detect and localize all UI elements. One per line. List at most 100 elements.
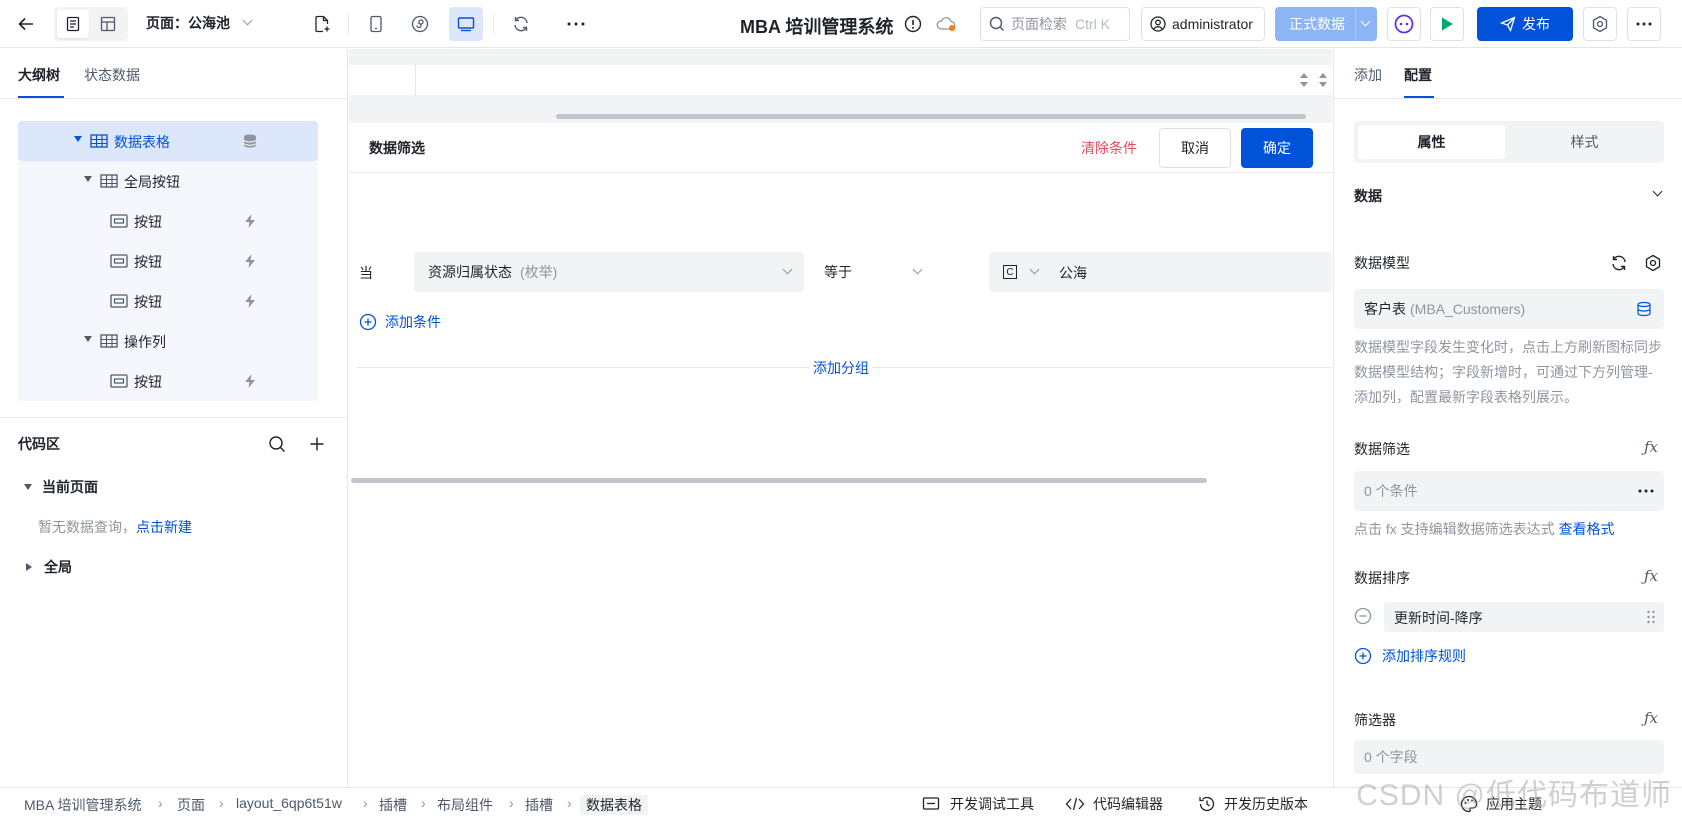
tab-styles[interactable]: 样式 xyxy=(1509,125,1660,159)
tree-item-button[interactable]: 按钮 xyxy=(18,201,318,241)
settings-icon[interactable] xyxy=(1583,7,1617,41)
chevron-down-icon[interactable] xyxy=(1652,186,1663,197)
more-menu-icon[interactable] xyxy=(1627,7,1661,41)
event-bolt-icon[interactable] xyxy=(242,373,258,389)
breadcrumb-item[interactable]: 页面 xyxy=(177,795,205,815)
event-bolt-icon[interactable] xyxy=(242,293,258,309)
event-bolt-icon[interactable] xyxy=(242,213,258,229)
breadcrumb-current[interactable]: 数据表格 xyxy=(580,795,648,815)
horizontal-scrollbar[interactable] xyxy=(351,478,1207,483)
filter-help: 点击 fx 支持编辑数据筛选表达式 xyxy=(1354,521,1555,537)
add-group-button[interactable]: 添加分组 xyxy=(809,358,873,378)
mobile-device-icon[interactable] xyxy=(364,12,388,36)
chevron-down-icon xyxy=(1360,16,1371,26)
field-select[interactable]: 资源归属状态 (枚举) xyxy=(414,252,804,292)
breadcrumb-item[interactable]: 布局组件 xyxy=(437,795,493,815)
desktop-device-icon[interactable] xyxy=(449,7,483,41)
breadcrumb-item[interactable]: layout_6qp6t51w xyxy=(236,795,342,811)
new-file-icon[interactable] xyxy=(310,12,334,36)
add-circle-icon xyxy=(359,313,377,331)
operator-select[interactable]: 等于 xyxy=(814,252,934,292)
more-icon[interactable] xyxy=(1638,489,1654,493)
tab-state-data[interactable]: 状态数据 xyxy=(84,65,140,85)
tree-item-button[interactable]: 按钮 xyxy=(18,241,318,281)
horizontal-scrollbar[interactable] xyxy=(556,114,1306,119)
env-selector[interactable]: 正式数据 xyxy=(1275,7,1377,41)
add-icon[interactable] xyxy=(309,436,325,452)
info-icon[interactable] xyxy=(902,13,924,35)
layout-view-icon[interactable] xyxy=(92,10,124,38)
search-placeholder: 页面检索 xyxy=(1011,16,1067,32)
value-type-icon[interactable]: C xyxy=(1003,265,1017,279)
add-sort-rule-button[interactable]: 添加排序规则 xyxy=(1354,646,1466,666)
refresh-icon[interactable] xyxy=(1610,254,1628,272)
miniprogram-icon[interactable] xyxy=(408,12,432,36)
code-editor-button[interactable]: 代码编辑器 xyxy=(1065,794,1163,814)
global-group[interactable]: 全局 xyxy=(26,557,72,577)
value-input[interactable]: C 公海 xyxy=(989,252,1332,292)
tree-item-data-table[interactable]: 数据表格 xyxy=(18,121,318,161)
assistant-icon[interactable] xyxy=(1387,7,1421,41)
page-view-icon[interactable] xyxy=(57,10,89,38)
when-label: 当 xyxy=(359,265,373,281)
event-bolt-icon[interactable] xyxy=(242,253,258,269)
remove-circle-icon[interactable] xyxy=(1354,607,1372,625)
user-menu[interactable]: administrator xyxy=(1141,7,1265,41)
tab-outline[interactable]: 大纲树 xyxy=(18,65,60,85)
cloud-sync-icon[interactable] xyxy=(934,13,958,35)
sort-icon[interactable] xyxy=(1298,71,1310,89)
tree-item-action-column[interactable]: 操作列 xyxy=(18,321,318,361)
publish-button[interactable]: 发布 xyxy=(1477,7,1573,41)
clear-conditions-button[interactable]: 清除条件 xyxy=(1081,138,1137,158)
breadcrumb-separator-icon: › xyxy=(219,795,224,811)
sort-icon[interactable] xyxy=(1317,71,1329,89)
refresh-icon[interactable] xyxy=(509,12,533,36)
view-switch xyxy=(54,7,128,41)
fx-icon[interactable]: ƒx xyxy=(1644,567,1658,585)
drag-handle-icon[interactable] xyxy=(1646,609,1656,625)
model-help-text: 数据模型字段发生变化时，点击上方刷新图标同步数据模型结构；字段新增时，可通过下方… xyxy=(1354,339,1662,405)
palette-icon xyxy=(1460,795,1478,813)
add-sort-rule-label: 添加排序规则 xyxy=(1382,648,1466,664)
create-new-link[interactable]: 点击新建 xyxy=(136,519,192,535)
search-shortcut: Ctrl K xyxy=(1075,16,1110,32)
field-name: 资源归属状态 xyxy=(428,264,512,280)
tree-item-button[interactable]: 按钮 xyxy=(18,281,318,321)
database-icon[interactable] xyxy=(242,133,258,149)
settings-icon[interactable] xyxy=(1644,254,1662,272)
breadcrumb-item[interactable]: MBA 培训管理系统 xyxy=(24,795,141,815)
current-page-group[interactable]: 当前页面 xyxy=(24,477,98,497)
tab-config[interactable]: 配置 xyxy=(1404,65,1432,85)
tree-item-global-buttons[interactable]: 全局按钮 xyxy=(18,161,318,201)
dev-tools-button[interactable]: 开发调试工具 xyxy=(922,794,1034,814)
page-selector[interactable]: 页面：公海池 xyxy=(146,13,253,33)
back-arrow-icon[interactable] xyxy=(14,12,38,36)
confirm-button[interactable]: 确定 xyxy=(1241,128,1313,168)
fx-icon[interactable]: ƒx xyxy=(1644,438,1658,456)
tree-label: 按钮 xyxy=(134,374,162,390)
breadcrumb-separator-icon: › xyxy=(509,795,514,811)
tree-item-button[interactable]: 按钮 xyxy=(18,361,318,401)
tree-label: 按钮 xyxy=(134,254,162,270)
tab-add[interactable]: 添加 xyxy=(1354,65,1382,85)
breadcrumb-item[interactable]: 插槽 xyxy=(379,795,407,815)
breadcrumb-separator-icon: › xyxy=(158,795,163,811)
history-button[interactable]: 开发历史版本 xyxy=(1198,794,1308,814)
app-theme-button[interactable]: 应用主题 xyxy=(1460,794,1542,814)
sort-rule-item[interactable]: 更新时间-降序 xyxy=(1384,602,1664,632)
search-icon[interactable] xyxy=(268,435,286,453)
data-model-select[interactable]: 客户表 (MBA_Customers) xyxy=(1354,289,1664,329)
data-filter-input[interactable]: 0 个条件 xyxy=(1354,471,1664,511)
run-preview-icon[interactable] xyxy=(1430,7,1464,41)
cancel-button[interactable]: 取消 xyxy=(1159,128,1231,168)
breadcrumb-separator-icon: › xyxy=(421,795,426,811)
more-icon[interactable] xyxy=(564,12,588,36)
caret-down-icon xyxy=(74,136,82,142)
page-search-input[interactable]: 页面检索 Ctrl K xyxy=(980,7,1130,41)
fx-icon[interactable]: ƒx xyxy=(1644,709,1658,727)
view-format-link[interactable]: 查看格式 xyxy=(1559,521,1615,537)
add-condition-button[interactable]: 添加条件 xyxy=(359,312,441,332)
tab-properties[interactable]: 属性 xyxy=(1358,125,1505,159)
filterer-input[interactable]: 0 个字段 xyxy=(1354,740,1664,774)
breadcrumb-item[interactable]: 插槽 xyxy=(525,795,553,815)
